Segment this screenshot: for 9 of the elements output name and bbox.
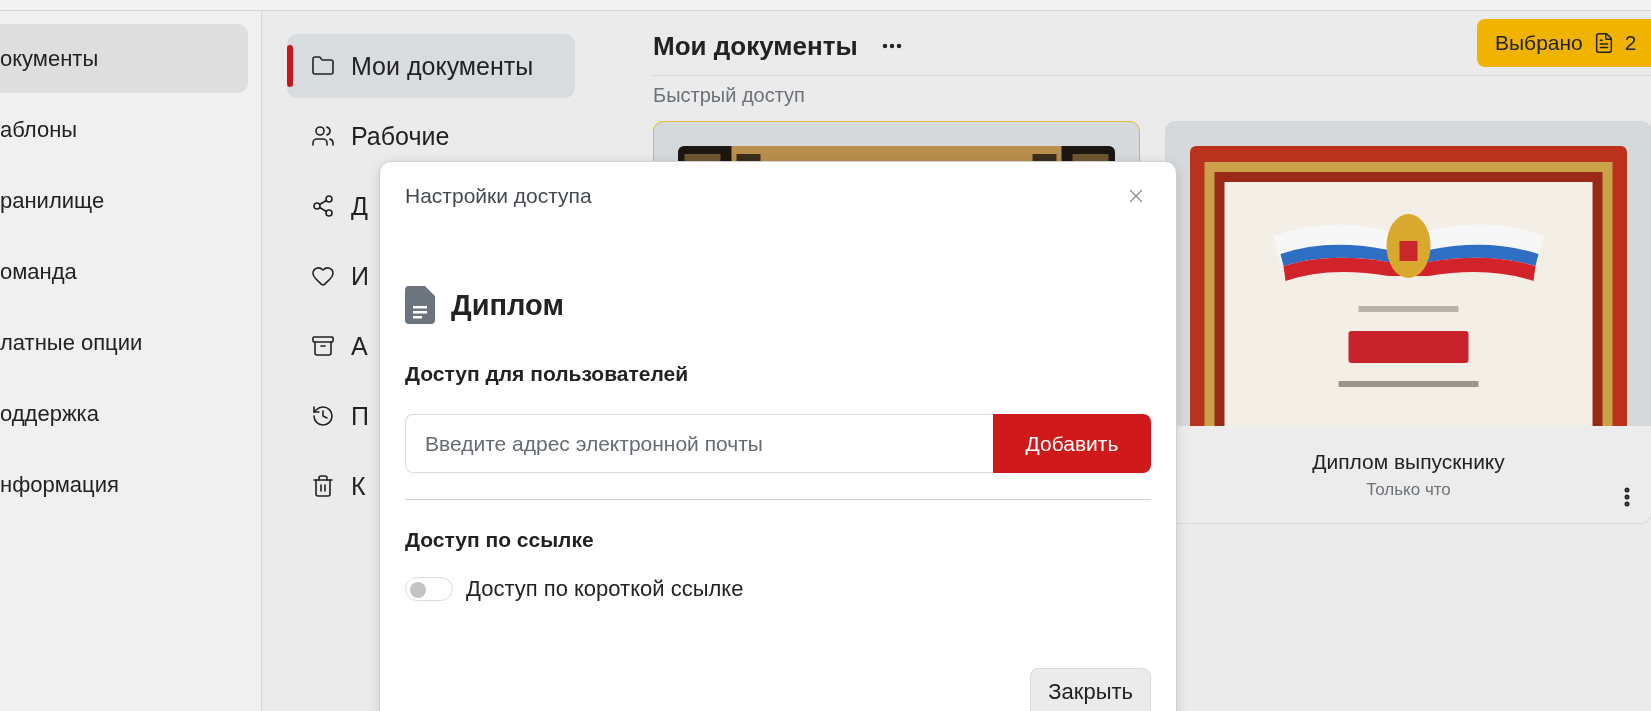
toggle-label: Доступ по короткой ссылке <box>466 576 744 602</box>
section-heading: Доступ для пользователей <box>405 362 690 386</box>
card-date: Только что <box>1366 479 1451 500</box>
page-title: Мои документы <box>653 30 858 62</box>
document-name: Диплом <box>451 288 564 322</box>
section-title: Быстрый доступ <box>653 84 806 107</box>
section-heading: Доступ по ссылке <box>405 528 595 552</box>
card-title: Диплом выпускнику <box>1312 449 1505 474</box>
dialog-title: Настройки доступа <box>405 184 592 208</box>
